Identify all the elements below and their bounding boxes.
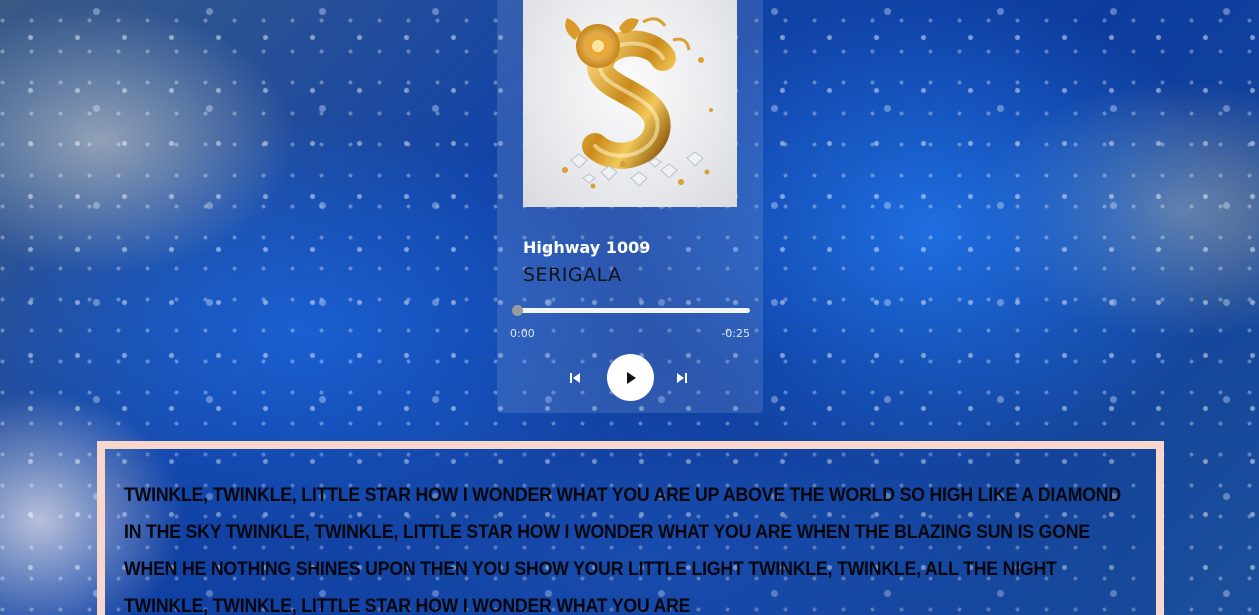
time-elapsed: 0:00 <box>510 327 535 340</box>
play-icon <box>626 371 636 384</box>
music-player-card: Highway 1009 SERIGALA 0:00 -0:25 <box>497 0 763 413</box>
progress-thumb[interactable] <box>512 305 523 316</box>
skip-previous-icon <box>570 373 580 383</box>
time-remaining: -0:25 <box>721 327 750 340</box>
progress-slider[interactable] <box>512 305 750 317</box>
song-title: SERIGALA <box>523 264 622 286</box>
next-button[interactable] <box>674 370 690 386</box>
skip-next-icon <box>677 373 687 383</box>
previous-button[interactable] <box>567 370 583 386</box>
progress-track[interactable] <box>516 308 750 313</box>
album-art <box>523 0 737 207</box>
lyrics-text: TWINKLE, TWINKLE, LITTLE STAR HOW I WOND… <box>124 485 1121 615</box>
lyrics-panel: TWINKLE, TWINKLE, LITTLE STAR HOW I WOND… <box>97 441 1164 615</box>
playback-controls <box>497 354 763 402</box>
play-button[interactable] <box>607 354 654 401</box>
artist-name: Highway 1009 <box>523 238 651 257</box>
